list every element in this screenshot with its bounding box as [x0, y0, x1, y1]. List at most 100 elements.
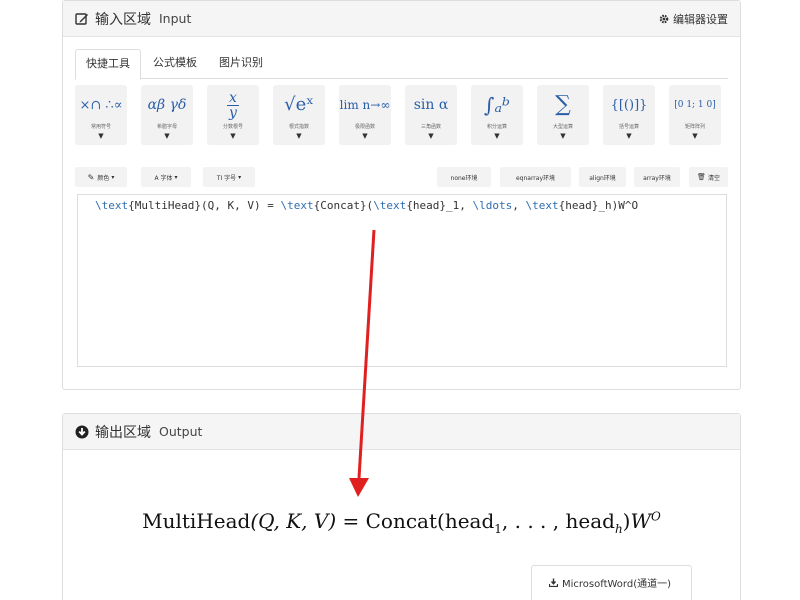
integral-glyph: ∫ₐᵇ — [484, 93, 510, 117]
latex-text: , — [512, 199, 526, 212]
tool-brackets[interactable]: {[()]} 括号运算 ▼ — [603, 85, 655, 145]
tool-caption: 根式指数 — [288, 124, 309, 130]
caret-down-icon: ▼ — [692, 132, 698, 140]
pencil-icon: ✎ — [87, 172, 95, 182]
caret-down-icon: ▼ — [296, 132, 302, 140]
latex-text: {Concat}( — [313, 199, 374, 212]
none-env-button[interactable]: none环境 — [437, 167, 491, 187]
caret-down-icon: ▾ — [174, 173, 178, 181]
common-symbols-glyph: ×∩ ∴∝ — [79, 97, 123, 113]
tool-caption: 希腊字母 — [156, 124, 177, 130]
download-icon — [549, 578, 558, 587]
formula-sub-h: h — [614, 522, 623, 536]
tool-caption: 极限函数 — [354, 124, 375, 130]
size-label: TI 字号 — [216, 174, 237, 182]
latex-text: {head}_1, — [406, 199, 473, 212]
latex-command: \text — [525, 199, 559, 212]
tool-integrals[interactable]: ∫ₐᵇ 积分运算 ▼ — [471, 85, 523, 145]
quick-tools-row: ×∩ ∴∝ 常用符号 ▼ αβ γδ 希腊字母 ▼ xy 分数根号 ▼ √eˣ … — [75, 85, 721, 145]
caret-down-icon: ▼ — [164, 132, 170, 140]
input-panel-header: 输入区域 Input 编辑器设置 — [63, 1, 740, 37]
align-env-button[interactable]: align环境 — [579, 167, 626, 187]
tool-limits[interactable]: lim n→∞ 极限函数 ▼ — [339, 85, 391, 145]
brackets-glyph: {[()]} — [610, 97, 648, 113]
tool-caption: 三角函数 — [420, 124, 441, 130]
output-panel: 输出区域 Output MultiHead(Q, K, V) = Concat(… — [62, 413, 741, 600]
tool-caption: 括号运算 — [618, 124, 639, 130]
tool-matrix[interactable]: [0 1; 1 0] 矩阵阵列 ▼ — [669, 85, 721, 145]
download-word-label: MicrosoftWord(通道一) — [562, 579, 672, 590]
clear-label: 清空 — [707, 174, 720, 182]
caret-down-icon: ▼ — [626, 132, 632, 140]
color-label: 颜色 — [97, 174, 110, 182]
tab-image-recognition[interactable]: 图片识别 — [209, 49, 273, 78]
formula-w: W — [630, 509, 652, 533]
edit-icon — [75, 12, 88, 25]
gear-icon — [659, 14, 669, 23]
font-dropdown[interactable]: A 字体 ▾ — [141, 167, 191, 187]
formula-sup-o: O — [651, 509, 661, 524]
tab-quick-tools[interactable]: 快捷工具 — [75, 49, 141, 80]
sum-glyph: ∑ — [555, 92, 571, 117]
tool-caption: 大型运算 — [552, 124, 573, 130]
output-title-text: 输出区域 — [95, 424, 151, 441]
clear-button[interactable]: 🗑 清空 — [689, 167, 728, 187]
caret-down-icon: ▼ — [362, 132, 368, 140]
tool-common-symbols[interactable]: ×∩ ∴∝ 常用符号 ▼ — [75, 85, 127, 145]
tool-caption: 矩阵阵列 — [684, 124, 705, 130]
tool-caption: 常用符号 — [90, 124, 111, 130]
format-toolbar: ✎ 颜色 ▾ A 字体 ▾ TI 字号 ▾ none环境 eqnarray环境 ali… — [75, 167, 728, 187]
formula-lhs: MultiHead — [142, 509, 251, 533]
formula-dots: , . . . , head — [501, 509, 615, 533]
limit-glyph: lim n→∞ — [339, 98, 391, 112]
greek-letters-glyph: αβ γδ — [147, 97, 187, 113]
tab-bar: 快捷工具 公式模板 图片识别 — [75, 49, 728, 80]
tool-greek-letters[interactable]: αβ γδ 希腊字母 ▼ — [141, 85, 193, 145]
input-panel-title: 输入区域 Input — [75, 9, 191, 29]
latex-command: \text — [280, 199, 314, 212]
fraction-glyph: xy — [227, 89, 239, 121]
tab-formula-templates[interactable]: 公式模板 — [143, 49, 207, 78]
size-dropdown[interactable]: TI 字号 ▾ — [203, 167, 255, 187]
formula-concat: Concat(head — [365, 509, 495, 533]
caret-down-icon: ▼ — [230, 132, 236, 140]
download-menu: MicrosoftWord(通道一) — [531, 565, 692, 600]
input-title-text: 输入区域 — [95, 11, 151, 28]
latex-editor[interactable]: \text{MultiHead}(Q, K, V) = \text{Concat… — [77, 194, 727, 367]
input-panel: 输入区域 Input 编辑器设置 快捷工具 公式模板 图片识别 ×∩ ∴∝ 常用… — [62, 0, 741, 390]
latex-command: \ldots — [472, 199, 513, 212]
formula-args: (Q, K, V) — [250, 509, 337, 533]
trig-glyph: sin α — [413, 97, 449, 113]
editor-settings-button[interactable]: 编辑器设置 — [659, 11, 728, 27]
caret-down-icon: ▼ — [428, 132, 434, 140]
latex-command: \text — [373, 199, 407, 212]
matrix-glyph: [0 1; 1 0] — [674, 99, 716, 110]
output-title-en: Output — [159, 424, 203, 439]
tool-fractions[interactable]: xy 分数根号 ▼ — [207, 85, 259, 145]
font-label: A 字体 — [154, 174, 173, 182]
latex-command: \text — [95, 199, 129, 212]
latex-text: {MultiHead}(Q, K, V) = — [128, 199, 281, 212]
radical-glyph: √eˣ — [284, 94, 314, 115]
formula-sub-1: 1 — [494, 522, 502, 536]
color-dropdown[interactable]: ✎ 颜色 ▾ — [75, 167, 127, 187]
circle-arrow-down-icon — [75, 425, 89, 438]
formula-equals: = — [336, 509, 366, 533]
caret-down-icon: ▾ — [238, 173, 242, 181]
array-env-button[interactable]: array环境 — [634, 167, 680, 187]
input-title-en: Input — [159, 11, 192, 26]
download-word-button[interactable]: MicrosoftWord(通道一) — [532, 566, 691, 590]
tool-big-operators[interactable]: ∑ 大型运算 ▼ — [537, 85, 589, 145]
tool-caption: 分数根号 — [222, 124, 243, 130]
output-panel-header: 输出区域 Output — [63, 414, 740, 450]
output-panel-title: 输出区域 Output — [75, 422, 202, 442]
caret-down-icon: ▼ — [494, 132, 500, 140]
eqnarray-env-button[interactable]: eqnarray环境 — [500, 167, 571, 187]
rendered-formula: MultiHead(Q, K, V) = Concat(head1, . . .… — [63, 509, 740, 536]
caret-down-icon: ▼ — [560, 132, 566, 140]
caret-down-icon: ▼ — [98, 132, 104, 140]
editor-settings-label: 编辑器设置 — [673, 12, 728, 26]
tool-radicals[interactable]: √eˣ 根式指数 ▼ — [273, 85, 325, 145]
tool-trig[interactable]: sin α 三角函数 ▼ — [405, 85, 457, 145]
latex-text: {head}_h)W^O — [558, 199, 639, 212]
